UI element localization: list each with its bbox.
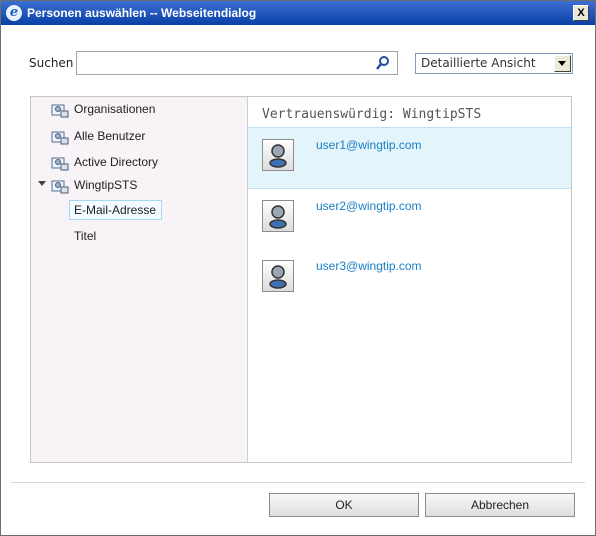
expand-arrow-icon[interactable] (38, 181, 46, 186)
directory-group-icon (51, 131, 69, 145)
tree-subitem-email[interactable]: E-Mail-Adresse (69, 200, 162, 220)
ok-button[interactable]: OK (269, 493, 419, 517)
tree-item-label: Alle Benutzer (74, 129, 146, 143)
directory-group-icon (51, 104, 69, 118)
people-picker-dialog: e Personen auswählen -- Webseitendialog … (0, 0, 596, 536)
result-row[interactable]: user2@wingtip.com (248, 189, 571, 249)
chevron-down-icon[interactable] (554, 55, 571, 72)
search-input[interactable] (76, 51, 398, 75)
picker-panel: Organisationen Alle Benutzer Active Dire… (30, 96, 572, 463)
view-select-value: Detaillierte Ansicht (421, 56, 536, 70)
result-row[interactable]: user3@wingtip.com (248, 249, 571, 309)
results-header: Vertrauenswürdig: WingtipSTS (262, 107, 482, 122)
result-name[interactable]: user2@wingtip.com (316, 199, 422, 213)
result-name[interactable]: user3@wingtip.com (316, 259, 422, 273)
window-title: Personen auswählen -- Webseitendialog (27, 6, 257, 20)
view-select[interactable]: Detaillierte Ansicht (415, 53, 573, 74)
directory-group-icon (51, 157, 69, 171)
footer-divider (11, 482, 585, 483)
user-avatar-icon (262, 200, 294, 232)
title-bar[interactable]: e Personen auswählen -- Webseitendialog … (1, 1, 595, 25)
cancel-button[interactable]: Abbrechen (425, 493, 575, 517)
tree-subitem-label: E-Mail-Adresse (74, 203, 157, 217)
tree-item-label: Organisationen (74, 102, 156, 116)
results-pane: Vertrauenswürdig: WingtipSTS user1@wingt… (248, 97, 571, 462)
user-avatar-icon (262, 260, 294, 292)
tree-subitem-titel[interactable]: Titel (74, 229, 96, 243)
directory-group-icon (51, 180, 69, 194)
search-icon[interactable] (375, 55, 391, 71)
user-avatar-icon (262, 139, 294, 171)
result-name[interactable]: user1@wingtip.com (316, 138, 422, 152)
tree-subitem-label: Titel (74, 229, 97, 243)
directory-tree: Organisationen Alle Benutzer Active Dire… (31, 97, 248, 462)
tree-item-label: WingtipSTS (74, 178, 138, 192)
ie-icon: e (6, 5, 22, 21)
result-row[interactable]: user1@wingtip.com (248, 127, 571, 189)
search-label: Suchen (29, 56, 74, 70)
tree-item-label: Active Directory (74, 155, 159, 169)
close-button[interactable]: X (573, 5, 589, 21)
